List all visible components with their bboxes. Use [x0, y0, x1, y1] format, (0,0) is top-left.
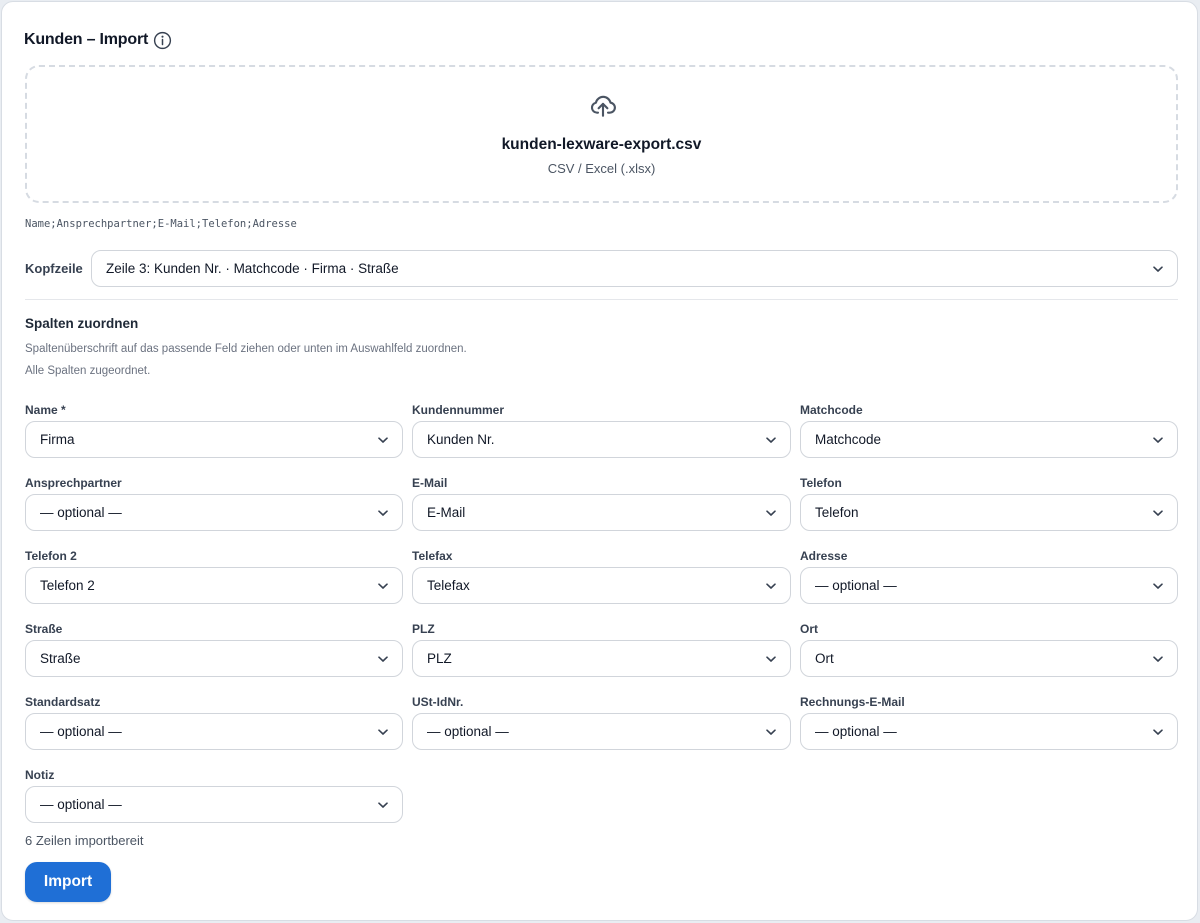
- chevron-down-icon: [377, 507, 389, 519]
- field-label-ansprechpartner: Ansprechpartner: [25, 476, 122, 490]
- chevron-down-icon: [377, 799, 389, 811]
- field-select-value: Telefax: [427, 578, 470, 593]
- field-select-value: Matchcode: [815, 432, 882, 447]
- field-label-plz: PLZ: [412, 622, 435, 636]
- field-select-value: PLZ: [427, 651, 452, 666]
- selected-filename: kunden-lexware-export.csv: [501, 136, 702, 153]
- chevron-down-icon: [765, 507, 777, 519]
- cloud-upload-icon: [588, 92, 618, 122]
- header-row-value: Zeile 3: Kunden Nr. · Matchcode · Firma …: [106, 261, 399, 276]
- field-select-value: — optional —: [427, 724, 509, 739]
- file-dropzone[interactable]: kunden-lexware-export.csv CSV / Excel (.…: [25, 65, 1178, 203]
- field-select-telefax[interactable]: Telefax: [412, 567, 791, 604]
- field-select-notiz[interactable]: — optional —: [25, 786, 403, 823]
- field-label-adresse: Adresse: [800, 549, 848, 563]
- field-select-straße[interactable]: Straße: [25, 640, 403, 677]
- field-select-rechnungs-e-mail[interactable]: — optional —: [800, 713, 1178, 750]
- field-label-e-mail: E-Mail: [412, 476, 448, 490]
- chevron-down-icon: [765, 434, 777, 446]
- chevron-down-icon: [765, 580, 777, 592]
- field-select-e-mail[interactable]: E-Mail: [412, 494, 791, 531]
- header-row-select[interactable]: Zeile 3: Kunden Nr. · Matchcode · Firma …: [91, 250, 1178, 287]
- field-select-plz[interactable]: PLZ: [412, 640, 791, 677]
- import-card: Kunden – Import kunden-lexware-export.cs…: [1, 1, 1198, 921]
- title-row: Kunden – Import: [24, 29, 172, 51]
- field-select-value: — optional —: [40, 797, 122, 812]
- chevron-down-icon: [1152, 263, 1164, 275]
- field-select-value: E-Mail: [427, 505, 466, 520]
- field-select-value: — optional —: [815, 578, 897, 593]
- field-select-ansprechpartner[interactable]: — optional —: [25, 494, 403, 531]
- field-select-value: Telefon: [815, 505, 859, 520]
- field-label-standardsatz: Standardsatz: [25, 695, 101, 709]
- chevron-down-icon: [377, 580, 389, 592]
- ready-count: 6 Zeilen importbereit: [25, 833, 144, 848]
- page-title: Kunden – Import: [24, 31, 149, 48]
- csv-preview-line: Name;Ansprechpartner;E-Mail;Telefon;Adre…: [25, 218, 297, 230]
- field-label-kundennummer: Kundennummer: [412, 403, 505, 417]
- field-label-rechnungs-e-mail: Rechnungs-E-Mail: [800, 695, 905, 709]
- field-select-telefon[interactable]: Telefon: [800, 494, 1178, 531]
- field-select-value: — optional —: [40, 505, 122, 520]
- chevron-down-icon: [1152, 580, 1164, 592]
- field-select-adresse[interactable]: — optional —: [800, 567, 1178, 604]
- field-select-value: Straße: [40, 651, 81, 666]
- mapping-status: Alle Spalten zugeordnet.: [25, 365, 151, 377]
- header-row-label: Kopfzeile: [25, 261, 83, 276]
- chevron-down-icon: [377, 434, 389, 446]
- file-type-hint: CSV / Excel (.xlsx): [547, 161, 656, 176]
- field-select-name[interactable]: Firma: [25, 421, 403, 458]
- field-label-telefon-2: Telefon 2: [25, 549, 77, 563]
- field-label-matchcode: Matchcode: [800, 403, 863, 417]
- field-select-ort[interactable]: Ort: [800, 640, 1178, 677]
- chevron-down-icon: [377, 726, 389, 738]
- field-select-matchcode[interactable]: Matchcode: [800, 421, 1178, 458]
- chevron-down-icon: [1152, 726, 1164, 738]
- chevron-down-icon: [1152, 434, 1164, 446]
- field-select-standardsatz[interactable]: — optional —: [25, 713, 403, 750]
- info-icon[interactable]: [153, 31, 172, 50]
- field-select-value: Firma: [40, 432, 75, 447]
- field-label-notiz: Notiz: [25, 768, 55, 782]
- field-label-telefax: Telefax: [412, 549, 453, 563]
- field-select-value: — optional —: [815, 724, 897, 739]
- chevron-down-icon: [1152, 653, 1164, 665]
- import-button[interactable]: Import: [25, 862, 111, 902]
- field-select-kundennummer[interactable]: Kunden Nr.: [412, 421, 791, 458]
- field-select-value: Ort: [815, 651, 834, 666]
- field-select-telefon-2[interactable]: Telefon 2: [25, 567, 403, 604]
- mapping-title: Spalten zuordnen: [25, 316, 139, 331]
- field-select-value: Telefon 2: [40, 578, 95, 593]
- field-label-ust-idnr: USt-IdNr.: [412, 695, 464, 709]
- field-select-ust-idnr[interactable]: — optional —: [412, 713, 791, 750]
- chevron-down-icon: [377, 653, 389, 665]
- divider: [25, 299, 1178, 300]
- field-label-name: Name *: [25, 403, 66, 417]
- mapping-description: Spaltenüberschrift auf das passende Feld…: [25, 343, 467, 355]
- field-select-value: — optional —: [40, 724, 122, 739]
- field-select-value: Kunden Nr.: [427, 432, 495, 447]
- field-label-ort: Ort: [800, 622, 818, 636]
- field-label-telefon: Telefon: [800, 476, 842, 490]
- chevron-down-icon: [765, 726, 777, 738]
- chevron-down-icon: [1152, 507, 1164, 519]
- field-label-straße: Straße: [25, 622, 63, 636]
- chevron-down-icon: [765, 653, 777, 665]
